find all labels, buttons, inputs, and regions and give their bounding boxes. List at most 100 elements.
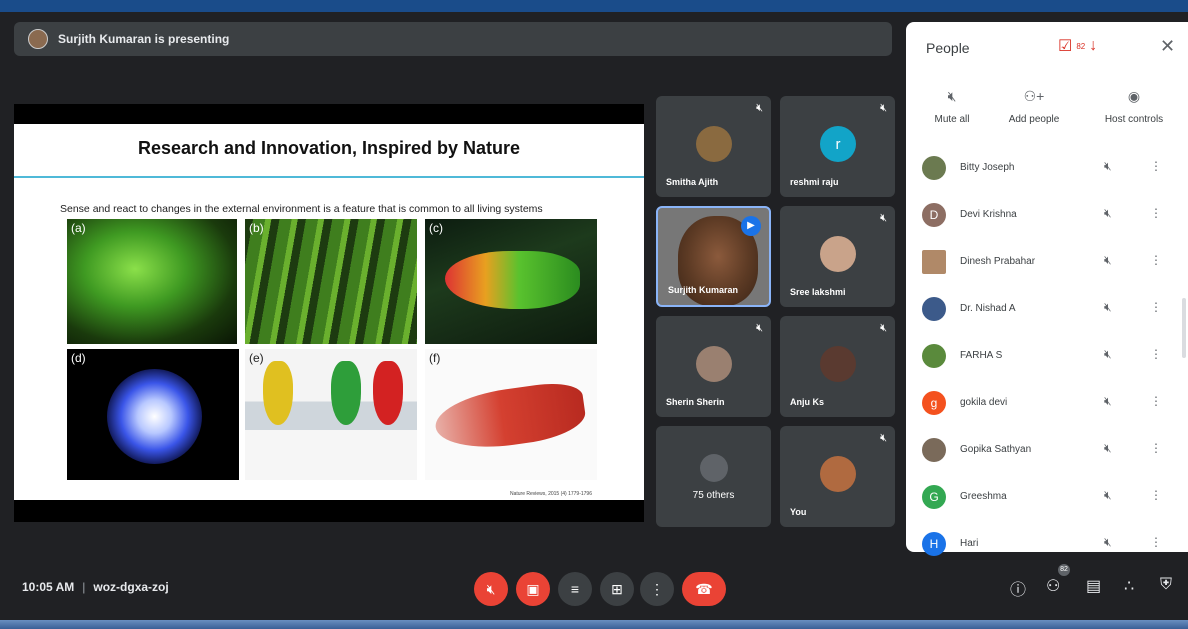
control-label: Add people [1008, 114, 1060, 125]
people-count-badge: 82 [1058, 564, 1070, 576]
avatar [820, 456, 856, 492]
chameleon-shape [445, 251, 580, 309]
activities-icon[interactable]: ∴ [1124, 576, 1134, 596]
participant-tile[interactable]: 🔇︎ r reshmi raju [780, 96, 895, 197]
person-name: Devi Krishna [960, 209, 1017, 220]
arrow-down-icon: ↓ [1089, 37, 1098, 54]
host-controls-button[interactable]: ◉ Host controls [1092, 88, 1176, 125]
more-vert-icon[interactable]: ⋮ [1150, 159, 1162, 173]
mic-toggle-button[interactable]: 🔇︎ [474, 572, 508, 606]
panel-label: (c) [429, 221, 443, 235]
photo-e-membrane-proteins: (e) [245, 349, 417, 480]
captions-button[interactable]: ≡ [558, 572, 592, 606]
speaking-icon: ▶︎ [741, 216, 761, 236]
clipboard-icon[interactable]: ☑︎ [1058, 36, 1072, 56]
slide-title: Research and Innovation, Inspired by Nat… [137, 138, 521, 158]
close-icon[interactable]: ✕ [1160, 36, 1175, 57]
slide-reference: Nature Reviews, 2015 (4) 1779-1796 [510, 491, 592, 497]
participant-tile[interactable]: 🔇︎ Sherin Sherin [656, 316, 771, 417]
slide: Research and Innovation, Inspired by Nat… [14, 124, 644, 500]
more-vert-icon[interactable]: ⋮ [1150, 347, 1162, 361]
avatar [820, 346, 856, 382]
people-list: Bitty Joseph 🔇︎ ⋮ D Devi Krishna 🔇︎ ⋮ Di… [906, 146, 1184, 569]
toggle-icon: ◉ [1127, 88, 1141, 104]
person-name: Dr. Nishad A [960, 303, 1016, 314]
panel-label: (a) [71, 221, 86, 235]
panel-title: People [926, 40, 970, 56]
control-label: Mute all [934, 114, 970, 125]
avatar: g [922, 391, 946, 415]
panel-label: (f) [429, 351, 441, 365]
list-item[interactable]: FARHA S 🔇︎ ⋮ [906, 334, 1184, 381]
more-vert-icon[interactable]: ⋮ [1150, 206, 1162, 220]
protein-shape [373, 361, 403, 425]
mic-off-icon[interactable]: 🔇︎ [1104, 488, 1112, 503]
others-tile[interactable]: 75 others [656, 426, 771, 527]
mic-off-icon[interactable]: 🔇︎ [1104, 253, 1112, 268]
captions-icon: ≡ [570, 581, 580, 597]
avatar [922, 250, 946, 274]
mic-off-icon[interactable]: 🔇︎ [1104, 535, 1112, 550]
end-call-button[interactable]: ☎︎ [682, 572, 726, 606]
mic-off-icon: 🔇︎ [756, 102, 763, 114]
mic-off-icon: 🔇︎ [880, 102, 887, 114]
mic-off-icon[interactable]: 🔇︎ [1104, 300, 1112, 315]
add-people-button[interactable]: ⚇+ Add people [992, 88, 1076, 125]
people-icon[interactable]: ⚇ [1046, 576, 1060, 596]
self-tile[interactable]: 🔇︎ You [780, 426, 895, 527]
chat-icon[interactable]: ▤ [1086, 576, 1101, 596]
avatar: r [820, 126, 856, 162]
protein-shape [331, 361, 361, 425]
list-item[interactable]: Bitty Joseph 🔇︎ ⋮ [906, 146, 1184, 193]
more-vert-icon[interactable]: ⋮ [1150, 253, 1162, 267]
mic-off-icon: 🔇︎ [880, 432, 887, 444]
more-vert-icon[interactable]: ⋮ [1150, 488, 1162, 502]
participant-tile[interactable]: 🔇︎ Sree lakshmi [780, 206, 895, 307]
list-item[interactable]: H Hari 🔇︎ ⋮ [906, 522, 1184, 569]
mic-off-icon[interactable]: 🔇︎ [1104, 347, 1112, 362]
avatar [820, 236, 856, 272]
more-vert-icon[interactable]: ⋮ [1150, 535, 1162, 549]
list-item[interactable]: G Greeshma 🔇︎ ⋮ [906, 475, 1184, 522]
meeting-code[interactable]: woz-dgxa-zoj [93, 580, 168, 594]
list-item[interactable]: Dinesh Prabahar 🔇︎ ⋮ [906, 240, 1184, 287]
mic-off-icon[interactable]: 🔇︎ [1104, 206, 1112, 221]
host-controls-icon[interactable]: ⛨ [1160, 576, 1172, 594]
participant-tile[interactable]: 🔇︎ Smitha Ajith [656, 96, 771, 197]
person-name: Gopika Sathyan [960, 444, 1032, 455]
camera-toggle-button[interactable]: ▣ [516, 572, 550, 606]
person-name: Hari [960, 538, 979, 549]
panel-label: (b) [249, 221, 264, 235]
avatar: H [922, 532, 946, 556]
mic-off-icon[interactable]: 🔇︎ [1104, 394, 1112, 409]
participant-name: Sree lakshmi [790, 287, 846, 297]
participant-name: Sherin Sherin [666, 397, 725, 407]
mute-all-button[interactable]: 🔇︎ Mute all [910, 88, 994, 125]
muscle-shape [431, 378, 589, 456]
presenting-text: Surjith Kumaran is presenting [58, 32, 230, 46]
list-item[interactable]: g gokila devi 🔇︎ ⋮ [906, 381, 1184, 428]
list-item[interactable]: Gopika Sathyan 🔇︎ ⋮ [906, 428, 1184, 475]
present-button[interactable]: ⊞ [600, 572, 634, 606]
more-options-button[interactable]: ⋮ [640, 572, 674, 606]
avatar [922, 438, 946, 462]
info-icon[interactable]: ⓘ [1010, 576, 1026, 600]
person-name: Greeshma [960, 491, 1007, 502]
end-call-icon: ☎︎ [695, 580, 713, 597]
more-vert-icon[interactable]: ⋮ [1150, 300, 1162, 314]
more-vert-icon[interactable]: ⋮ [1150, 394, 1162, 408]
photo-d-octopus: (d) [67, 349, 239, 480]
mic-off-icon: 🔇︎ [947, 88, 957, 104]
protein-shape [263, 361, 293, 425]
participant-tile[interactable]: 🔇︎ Anju Ks [780, 316, 895, 417]
avatar [696, 126, 732, 162]
list-item[interactable]: Dr. Nishad A 🔇︎ ⋮ [906, 287, 1184, 334]
others-count: 75 others [692, 490, 735, 501]
scrollbar[interactable] [1182, 298, 1186, 358]
mic-off-icon[interactable]: 🔇︎ [1104, 159, 1112, 174]
participant-tile-speaking[interactable]: ▶︎ Surjith Kumaran [656, 206, 771, 307]
more-vert-icon[interactable]: ⋮ [1150, 441, 1162, 455]
os-taskbar [0, 620, 1188, 629]
list-item[interactable]: D Devi Krishna 🔇︎ ⋮ [906, 193, 1184, 240]
mic-off-icon[interactable]: 🔇︎ [1104, 441, 1112, 456]
